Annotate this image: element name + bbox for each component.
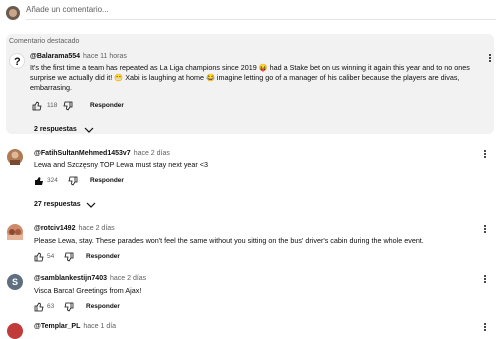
comment-time: hace 1 día — [83, 323, 117, 330]
featured-label: Comentario destacado — [9, 38, 80, 45]
avatar[interactable] — [7, 149, 23, 165]
dislike-icon[interactable] — [68, 176, 78, 186]
reply-button[interactable]: Responder — [90, 177, 124, 184]
replies-toggle[interactable]: 27 respuestas — [34, 201, 81, 208]
dislike-icon[interactable] — [64, 252, 74, 262]
like-icon-filled[interactable] — [34, 176, 44, 186]
comment-time: hace 2 días — [78, 225, 115, 232]
comment-text: Please Lewa, stay. These parades won't f… — [34, 236, 424, 245]
comment-author[interactable]: @rotciv1492 hace 2 días — [34, 225, 115, 232]
avatar[interactable]: ? — [9, 53, 25, 69]
comment-author[interactable]: @samblankestijn7403 hace 2 días — [34, 275, 146, 282]
reply-button[interactable]: Responder — [90, 102, 124, 109]
comment-text: Lewa and Szczęsny TOP Lewa must stay nex… — [34, 160, 208, 169]
like-icon[interactable] — [34, 252, 44, 262]
avatar[interactable] — [7, 224, 23, 240]
dislike-icon[interactable] — [63, 101, 73, 111]
add-comment-input[interactable]: Añade un comentario... — [26, 5, 109, 14]
avatar[interactable]: S — [7, 274, 23, 290]
comment-time: hace 11 horas — [83, 53, 127, 60]
reply-button[interactable]: Responder — [86, 303, 120, 310]
more-options-icon[interactable] — [483, 322, 487, 334]
like-count: 63 — [47, 303, 55, 310]
reply-button[interactable]: Responder — [86, 253, 120, 260]
more-options-icon[interactable] — [483, 224, 487, 236]
svg-text:?: ? — [14, 56, 21, 68]
like-icon[interactable] — [34, 302, 44, 312]
comment-time: hace 2 días — [133, 150, 170, 157]
chevron-down-icon[interactable] — [86, 201, 96, 209]
comment-text: Visca Barca! Greetings from Ajax! — [34, 286, 142, 295]
like-count: 324 — [47, 177, 58, 184]
chevron-down-icon[interactable] — [84, 126, 94, 134]
more-options-icon[interactable] — [483, 149, 487, 161]
comment-text: It's the first time a team has repeated … — [30, 63, 470, 92]
more-options-icon[interactable] — [483, 274, 487, 286]
input-underline — [26, 19, 496, 20]
like-icon[interactable] — [32, 101, 42, 111]
dislike-icon[interactable] — [64, 302, 74, 312]
comment-author[interactable]: @FatihSultanMehmed1453v7 hace 2 días — [34, 150, 170, 157]
comment-author[interactable]: @Balarama554 hace 11 horas — [30, 53, 127, 60]
avatar[interactable] — [7, 323, 23, 339]
user-avatar — [6, 6, 20, 20]
like-count: 54 — [47, 253, 55, 260]
like-count: 118 — [47, 102, 58, 109]
replies-toggle[interactable]: 2 respuestas — [34, 126, 77, 133]
comment-time: hace 2 días — [109, 275, 147, 282]
more-options-icon[interactable] — [488, 53, 492, 65]
comment-author[interactable]: @Templar_PL hace 1 día — [34, 323, 116, 330]
